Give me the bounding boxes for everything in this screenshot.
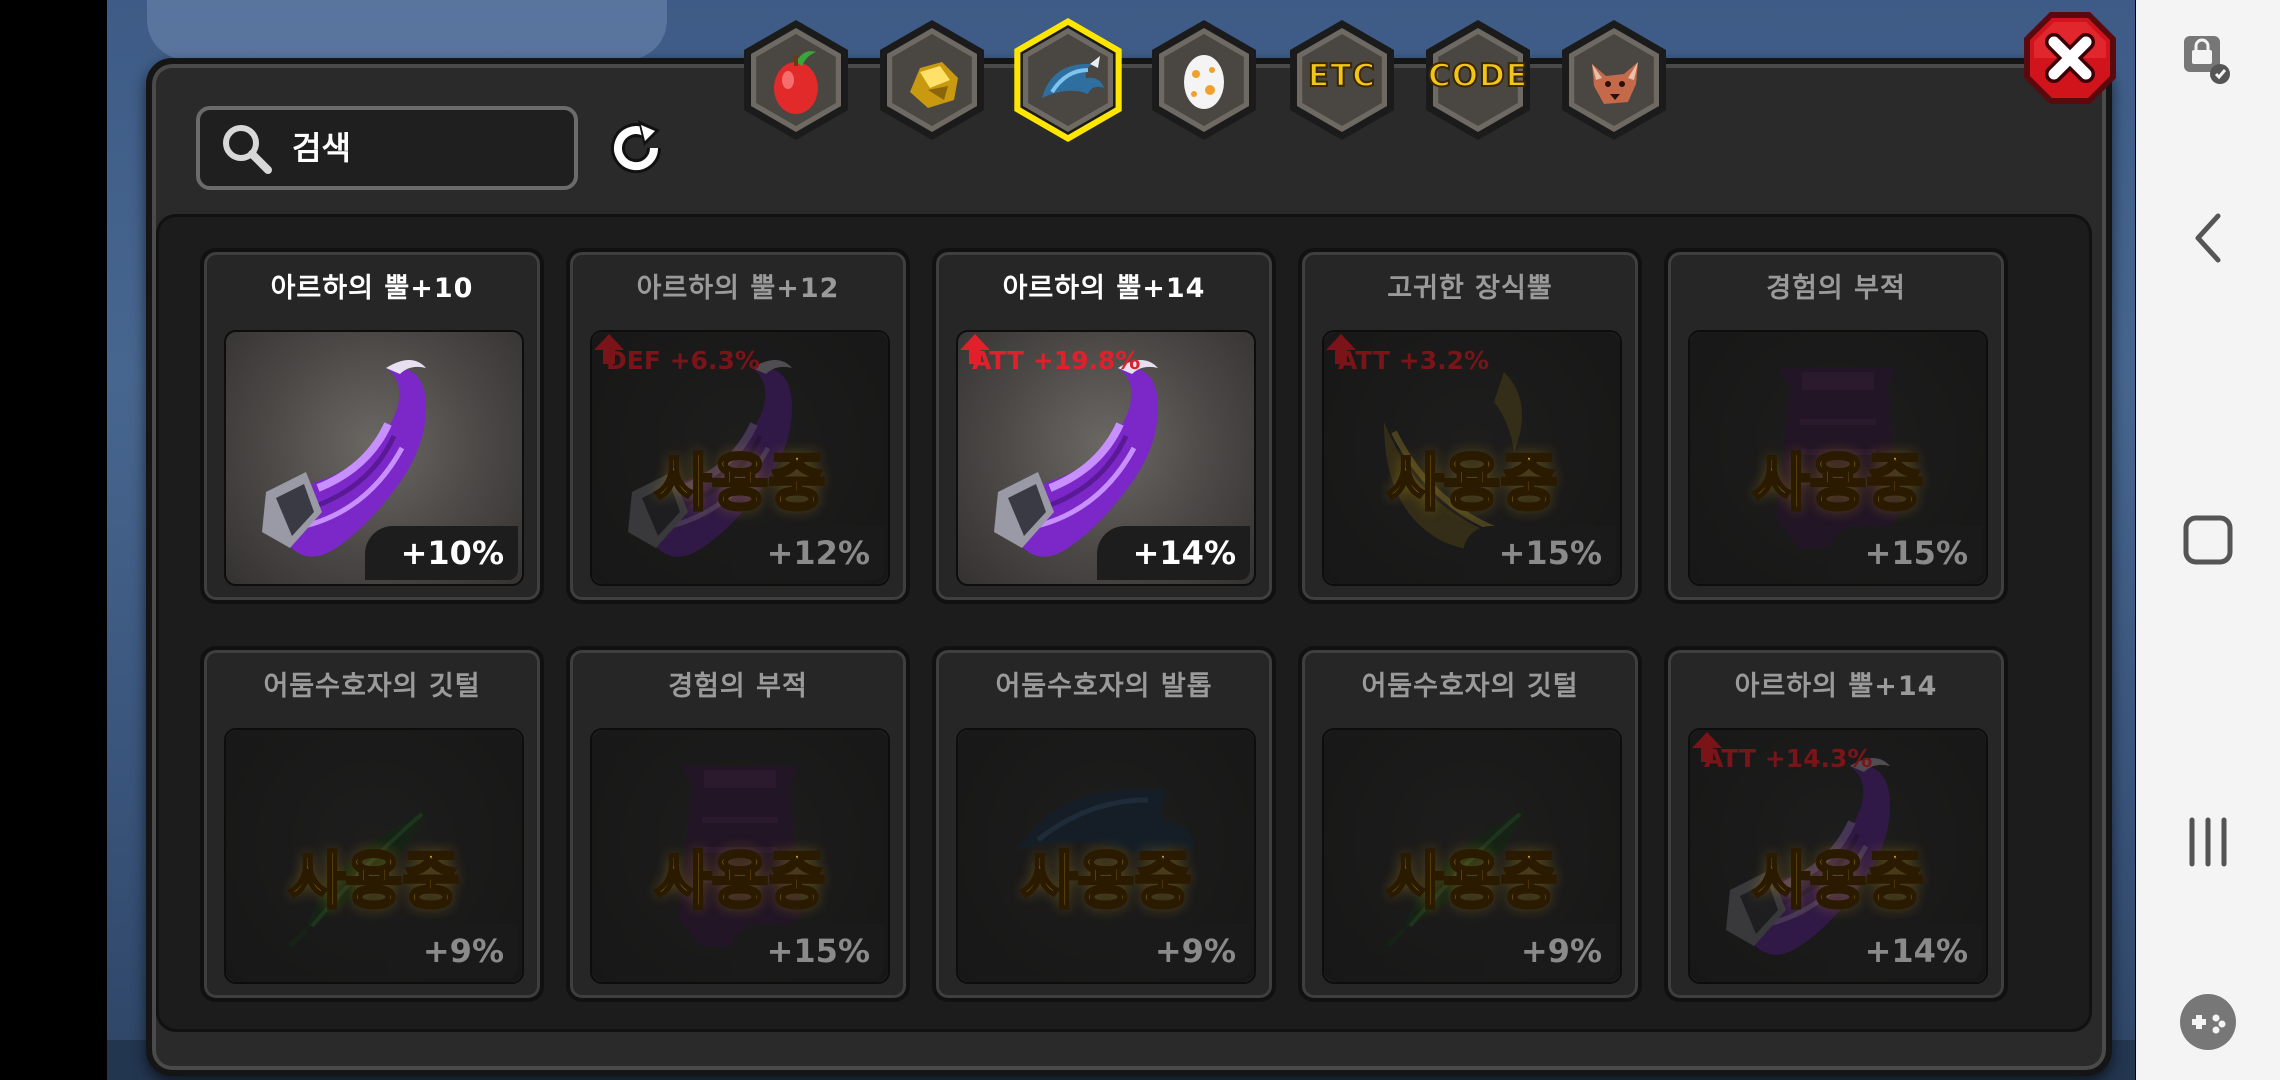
item-title: 어둠수호자의 깃털 bbox=[1361, 671, 1579, 702]
upgrade-arrow-icon bbox=[1692, 732, 1722, 762]
tab-label: ETC bbox=[1307, 57, 1377, 95]
item-stat: ATT +19.8% bbox=[972, 346, 1141, 375]
recents-icon bbox=[2189, 817, 2227, 867]
search-input[interactable] bbox=[290, 122, 564, 174]
item-slot: 사용중 +15% bbox=[590, 728, 890, 984]
item-title: 경험의 부적 bbox=[668, 671, 808, 702]
item-stat: ATT +3.2% bbox=[1338, 346, 1490, 375]
refresh-icon[interactable] bbox=[600, 112, 672, 184]
upgrade-arrow-icon bbox=[960, 334, 990, 364]
in-use-label: 사용중 bbox=[653, 843, 827, 919]
item-percent: +15% bbox=[1462, 526, 1616, 580]
in-use-label: 사용중 bbox=[1751, 445, 1925, 521]
item-card[interactable]: 어둠수호자의 발톱사용중 +9% bbox=[932, 646, 1276, 1002]
item-card[interactable]: 고귀한 장식뿔 ATT +3.2% 사용중 +15% bbox=[1298, 248, 1642, 604]
tab-label: CODE bbox=[1427, 57, 1528, 95]
background-roof bbox=[147, 0, 667, 60]
in-use-label: 사용중 bbox=[1385, 445, 1559, 521]
home-button[interactable] bbox=[2166, 498, 2250, 582]
item-percent: +9% bbox=[1484, 924, 1616, 978]
screen-lock-button[interactable] bbox=[2166, 18, 2250, 102]
upgrade-arrow-icon bbox=[1326, 334, 1356, 364]
item-percent: +10% bbox=[364, 526, 518, 580]
tab-beast[interactable] bbox=[1552, 18, 1676, 142]
recents-button[interactable] bbox=[2166, 800, 2250, 884]
tab-etc[interactable]: ETC bbox=[1280, 18, 1404, 142]
item-slot: ATT +3.2% 사용중 +15% bbox=[1322, 330, 1622, 586]
item-stat: ATT +14.3% bbox=[1704, 744, 1873, 773]
item-title: 아르하의 뿔+14 bbox=[1002, 273, 1206, 304]
android-nav-bar bbox=[2136, 0, 2280, 1080]
item-title: 고귀한 장식뿔 bbox=[1387, 273, 1553, 304]
search-icon bbox=[223, 125, 272, 174]
in-use-label: 사용중 bbox=[1751, 843, 1925, 919]
egg-icon bbox=[1184, 55, 1224, 109]
item-card[interactable]: 경험의 부적사용중 +15% bbox=[1664, 248, 2008, 604]
item-card[interactable]: 아르하의 뿔+12 DEF +6.3% 사용중 +12% bbox=[566, 248, 910, 604]
item-card[interactable]: 아르하의 뿔+10 +10% bbox=[200, 248, 544, 604]
search-box[interactable] bbox=[196, 106, 578, 190]
item-card[interactable]: 아르하의 뿔+14 ATT +14.3% 사용중 +14% bbox=[1664, 646, 2008, 1002]
tab-code[interactable]: CODE bbox=[1416, 18, 1540, 142]
in-use-label: 사용중 bbox=[653, 445, 827, 521]
item-percent: +14% bbox=[1096, 526, 1250, 580]
back-button[interactable] bbox=[2166, 196, 2250, 280]
item-card[interactable]: 어둠수호자의 깃털사용중 +9% bbox=[200, 646, 544, 1002]
item-card[interactable]: 아르하의 뿔+14 ATT +19.8% +14% bbox=[932, 248, 1276, 604]
in-use-label: 사용중 bbox=[287, 843, 461, 919]
item-slot: 사용중 +9% bbox=[1322, 728, 1622, 984]
item-percent: +12% bbox=[730, 526, 884, 580]
item-title: 어둠수호자의 발톱 bbox=[995, 671, 1213, 702]
in-use-label: 사용중 bbox=[1385, 843, 1559, 919]
item-slot: DEF +6.3% 사용중 +12% bbox=[590, 330, 890, 586]
item-slot: 사용중 +9% bbox=[956, 728, 1256, 984]
close-icon bbox=[2045, 33, 2095, 83]
item-slot: 사용중 +9% bbox=[224, 728, 524, 984]
close-button[interactable] bbox=[2018, 6, 2122, 110]
item-title: 경험의 부적 bbox=[1766, 273, 1906, 304]
home-icon bbox=[2183, 515, 2233, 565]
item-stat: DEF +6.3% bbox=[606, 346, 760, 375]
tab-fruit[interactable] bbox=[734, 18, 858, 142]
item-card[interactable]: 경험의 부적사용중 +15% bbox=[566, 646, 910, 1002]
item-percent: +15% bbox=[730, 924, 884, 978]
item-percent: +15% bbox=[1828, 526, 1982, 580]
tab-egg[interactable] bbox=[1142, 18, 1266, 142]
screen-lock-icon bbox=[2184, 36, 2230, 84]
item-percent: +9% bbox=[386, 924, 518, 978]
item-percent: +14% bbox=[1828, 924, 1982, 978]
game-tools-icon bbox=[2180, 994, 2236, 1050]
item-percent: +9% bbox=[1118, 924, 1250, 978]
item-slot: ATT +14.3% 사용중 +14% bbox=[1688, 728, 1988, 984]
tab-dragon-claw[interactable] bbox=[1006, 18, 1130, 142]
tab-ore[interactable] bbox=[870, 18, 994, 142]
upgrade-arrow-icon bbox=[594, 334, 624, 364]
item-slot: +10% bbox=[224, 330, 524, 586]
back-icon bbox=[2195, 213, 2221, 263]
item-title: 아르하의 뿔+14 bbox=[1734, 671, 1938, 702]
item-title: 아르하의 뿔+10 bbox=[270, 273, 474, 304]
item-slot: ATT +19.8% +14% bbox=[956, 330, 1256, 586]
item-card[interactable]: 어둠수호자의 깃털사용중 +9% bbox=[1298, 646, 1642, 1002]
in-use-label: 사용중 bbox=[1019, 843, 1193, 919]
game-tools-button[interactable] bbox=[2166, 980, 2250, 1064]
item-title: 어둠수호자의 깃털 bbox=[263, 671, 481, 702]
item-title: 아르하의 뿔+12 bbox=[636, 273, 840, 304]
item-slot: 사용중 +15% bbox=[1688, 330, 1988, 586]
